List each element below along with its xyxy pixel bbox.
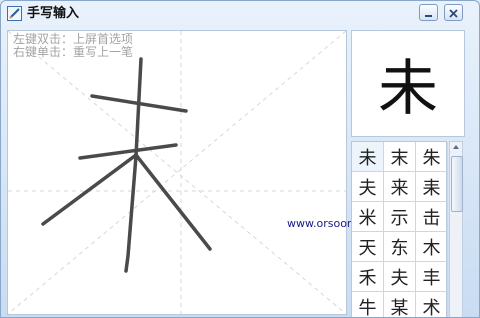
- hint-right-click: 右键单击：重写上一笔: [13, 45, 134, 59]
- candidate-char[interactable]: 耒: [416, 172, 448, 202]
- candidate-char[interactable]: 木: [416, 232, 448, 262]
- candidate-scrollbar[interactable]: [449, 141, 463, 317]
- window-title: 手写输入: [27, 6, 80, 21]
- candidate-char[interactable]: 禾: [352, 262, 384, 292]
- ink-strokes: [41, 57, 212, 273]
- candidate-char[interactable]: 来: [384, 172, 416, 202]
- title-bar[interactable]: 手写输入: [1, 1, 479, 27]
- candidate-char[interactable]: 牛: [352, 292, 384, 317]
- candidate-char[interactable]: 击: [416, 202, 448, 232]
- pen-icon: [7, 6, 22, 21]
- minimize-button[interactable]: [419, 4, 438, 21]
- candidate-char[interactable]: 天: [352, 232, 384, 262]
- scroll-up-arrow-icon[interactable]: [453, 145, 459, 149]
- candidate-char[interactable]: 朱: [416, 142, 448, 172]
- candidate-char[interactable]: 丰: [416, 262, 448, 292]
- candidate-grid: 未 末 朱 夫 来 耒 米 示 击 天 东 木 禾 夫 丰 牛 某 术: [351, 141, 448, 317]
- close-button[interactable]: [444, 4, 463, 21]
- candidate-char[interactable]: 夫: [384, 262, 416, 292]
- close-icon: [449, 3, 458, 22]
- scrollbar-thumb[interactable]: [451, 156, 463, 212]
- candidate-char[interactable]: 米: [352, 202, 384, 232]
- candidate-char[interactable]: 东: [384, 232, 416, 262]
- right-panel: 未 未 末 朱 夫 来 耒 米 示 击 天 东 木 禾 夫 丰 牛 某 术: [351, 30, 465, 317]
- handwriting-canvas[interactable]: [7, 30, 347, 315]
- candidate-char[interactable]: 某: [384, 292, 416, 317]
- recognized-preview: 未: [351, 30, 465, 137]
- candidate-char[interactable]: 术: [416, 292, 448, 317]
- guide-lines: [8, 31, 346, 314]
- minimize-icon: [424, 3, 433, 22]
- candidate-char[interactable]: 未: [352, 142, 384, 172]
- handwriting-window: 手写输入 左键双击：上屏首选项 右键单击：重写上一笔 www.orsoon.co…: [0, 0, 480, 318]
- candidate-char[interactable]: 夫: [352, 172, 384, 202]
- candidate-char[interactable]: 示: [384, 202, 416, 232]
- candidate-char[interactable]: 末: [384, 142, 416, 172]
